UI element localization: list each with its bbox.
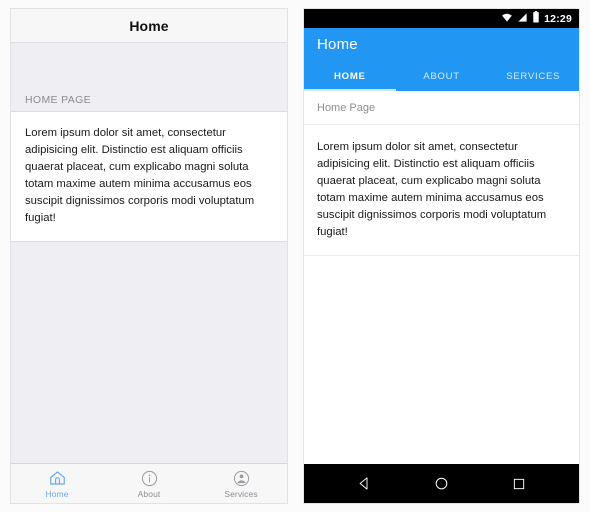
android-subheader-label: Home Page xyxy=(317,101,376,114)
ios-tab-home[interactable]: Home xyxy=(11,468,103,499)
screenshot-stage: Home HOME PAGE Lorem ipsum dolor sit ame… xyxy=(0,0,590,512)
tab-home-label: HOME xyxy=(334,70,366,82)
status-bar-clock: 12:29 xyxy=(544,12,572,25)
ios-tab-home-label: Home xyxy=(45,489,69,499)
signal-icon xyxy=(517,10,528,28)
app-bar-title: Home xyxy=(317,36,358,53)
home-circle-icon[interactable] xyxy=(425,467,459,501)
android-preview-panel: 12:29 Home HOME ABOUT SERVICES Home Page… xyxy=(303,8,580,504)
ios-section-header-label: HOME PAGE xyxy=(25,94,91,106)
android-subheader: Home Page xyxy=(304,91,579,125)
tab-about-label: ABOUT xyxy=(423,70,460,82)
info-icon xyxy=(141,468,158,488)
android-status-bar: 12:29 xyxy=(304,9,579,28)
ios-preview-panel: Home HOME PAGE Lorem ipsum dolor sit ame… xyxy=(10,8,288,504)
ios-navbar-title: Home xyxy=(129,17,169,34)
android-navigation-bar xyxy=(304,464,579,503)
contacts-icon xyxy=(233,468,250,488)
battery-icon xyxy=(532,10,540,28)
ios-tab-services[interactable]: Services xyxy=(195,468,287,499)
android-content-area: Home Page Lorem ipsum dolor sit amet, co… xyxy=(304,91,579,464)
android-tab-bar: HOME ABOUT SERVICES xyxy=(304,61,579,91)
ios-tab-about-label: About xyxy=(137,489,161,499)
tab-active-indicator xyxy=(304,89,396,91)
android-body-text: Lorem ipsum dolor sit amet, consectetur … xyxy=(317,141,547,238)
ios-tab-about[interactable]: About xyxy=(103,468,195,499)
ios-text-card: Lorem ipsum dolor sit amet, consectetur … xyxy=(11,111,287,242)
tab-services[interactable]: SERVICES xyxy=(487,61,579,91)
ios-content-area: HOME PAGE Lorem ipsum dolor sit amet, co… xyxy=(11,43,287,463)
recents-square-icon[interactable] xyxy=(502,467,536,501)
ios-navigation-bar: Home xyxy=(11,9,287,43)
ios-tab-bar: Home About Services xyxy=(11,463,287,503)
android-empty-space xyxy=(304,256,579,464)
tab-about[interactable]: ABOUT xyxy=(396,61,488,91)
wifi-icon xyxy=(501,10,513,28)
ios-tab-services-label: Services xyxy=(224,489,258,499)
ios-body-text: Lorem ipsum dolor sit amet, consectetur … xyxy=(25,127,255,224)
android-text-block: Lorem ipsum dolor sit amet, consectetur … xyxy=(304,125,579,256)
tab-services-label: SERVICES xyxy=(506,70,561,82)
home-icon xyxy=(48,468,67,488)
tab-home[interactable]: HOME xyxy=(304,61,396,91)
back-icon[interactable] xyxy=(348,467,382,501)
android-app-bar: Home xyxy=(304,28,579,61)
ios-section-header: HOME PAGE xyxy=(11,85,287,111)
